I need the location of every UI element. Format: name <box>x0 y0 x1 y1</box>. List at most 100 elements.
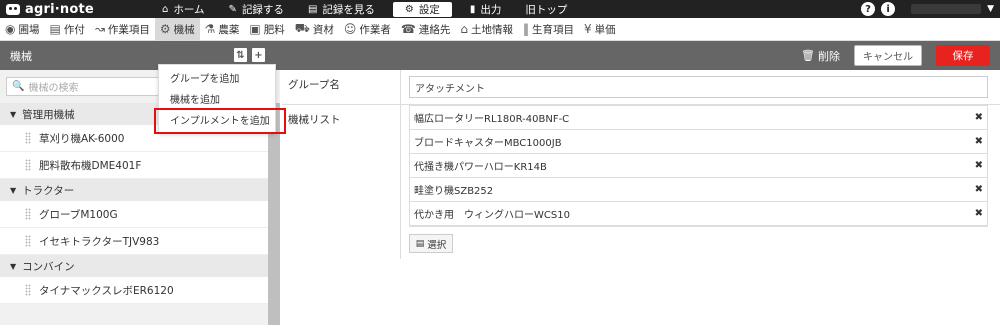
subnav-item-5[interactable]: ▣ 肥料 <box>244 18 289 41</box>
subnav-item-6[interactable]: ⛟ 資材 <box>290 18 339 41</box>
tree-scrollbar[interactable] <box>268 103 280 325</box>
remove-icon[interactable]: ✖ <box>975 160 983 171</box>
cancel-button[interactable]: キャンセル <box>854 45 922 66</box>
list-item: 代掻き機パワーハローKR14B ✖ <box>410 154 987 178</box>
subnav-icon: ‖ <box>522 22 529 36</box>
nav-icon: ⌂ <box>162 3 169 15</box>
nav-icon: ▤ <box>307 3 318 15</box>
group-name-label: グループ名 <box>288 79 340 91</box>
nav-icon: ✎ <box>228 3 237 15</box>
subnav-label: 単価 <box>594 23 616 36</box>
tree-tools: ⇅ + <box>234 48 265 62</box>
subnav-item-1[interactable]: ▤ 作付 <box>44 18 89 41</box>
subnav-item-8[interactable]: ☎ 連絡先 <box>396 18 455 41</box>
select-button[interactable]: ▤ 選択 <box>409 234 453 253</box>
remove-icon[interactable]: ✖ <box>975 208 983 219</box>
nav-icon: ▮ <box>469 3 476 15</box>
delete-button[interactable]: 🗑 削除 <box>801 48 840 64</box>
tree-group-label: コンバイン <box>22 260 75 273</box>
subnav-item-7[interactable]: ☺ 作業者 <box>339 18 396 41</box>
remove-icon[interactable]: ✖ <box>975 136 983 147</box>
drag-handle-icon[interactable] <box>25 208 31 220</box>
page-title: 機械 <box>10 49 32 63</box>
subnav-label: 作業項目 <box>107 23 150 36</box>
group-form: グループ名 アタッチメント 機械リスト 幅広ロータリーRL180R-40BNF-… <box>282 70 1000 259</box>
drag-handle-icon[interactable] <box>25 235 31 247</box>
add-icon[interactable]: + <box>252 48 265 62</box>
tree-group[interactable]: ▼ コンバイン <box>0 255 268 277</box>
subnav-item-4[interactable]: ⚗ 農薬 <box>200 18 245 41</box>
subnav-icon: ⛟ <box>294 21 310 35</box>
drag-handle-icon[interactable] <box>25 132 31 144</box>
user-menu[interactable] <box>911 4 982 14</box>
sort-icon[interactable]: ⇅ <box>234 48 247 62</box>
tree-item-label: グローブM100G <box>39 208 118 221</box>
remove-icon[interactable]: ✖ <box>975 184 983 195</box>
trash-icon: 🗑 <box>801 49 815 62</box>
list-item-label: 幅広ロータリーRL180R-40BNF-C <box>414 114 570 125</box>
tree-item[interactable]: 肥料散布機DME401F <box>0 152 268 179</box>
app-name: agri·note <box>25 1 94 17</box>
tree-item-label: タイナマックスレボER6120 <box>39 284 174 297</box>
topnav-item-1[interactable]: ✎ 記録する <box>217 0 296 18</box>
subnav-label: 農薬 <box>218 23 240 36</box>
caret-down-icon: ▼ <box>10 261 17 271</box>
tree-item-label: 草刈り機AK-6000 <box>39 132 125 145</box>
subnav-label: 作業者 <box>359 23 391 36</box>
subnav-item-0[interactable]: ◉ 圃場 <box>0 18 44 41</box>
save-button[interactable]: 保存 <box>936 45 990 66</box>
group-name-input[interactable]: アタッチメント <box>409 76 988 98</box>
tree-group-label: トラクター <box>22 184 75 197</box>
topnav-item-5[interactable]: 旧トップ <box>513 0 579 18</box>
nav-icon: ⚙ <box>404 3 414 15</box>
app-logo[interactable]: agri·note <box>0 2 150 17</box>
title-actions: 🗑 削除 キャンセル 保存 <box>801 45 990 66</box>
tree-group[interactable]: ▼ トラクター <box>0 179 268 201</box>
subnav-item-9[interactable]: ⌂ 土地情報 <box>455 18 518 41</box>
list-item: 畦塗り機SZB252 ✖ <box>410 178 987 202</box>
topnav-item-0[interactable]: ⌂ ホーム <box>150 0 217 18</box>
topnav-item-4[interactable]: ▮ 出力 <box>458 0 514 18</box>
tree-item-label: 肥料散布機DME401F <box>39 159 142 172</box>
subnav-label: 作付 <box>63 23 85 36</box>
info-icon[interactable]: i <box>881 2 896 16</box>
machine-list: 幅広ロータリーRL180R-40BNF-C ✖ ブロードキャスターMBC1000JB… <box>409 105 988 227</box>
subnav-icon: ☺ <box>343 22 357 36</box>
topnav-item-2[interactable]: ▤ 記録を見る <box>296 0 387 18</box>
subnav-item-10[interactable]: ‖ 生育項目 <box>518 18 579 41</box>
list-icon: ▤ <box>415 238 425 249</box>
subnav-label: 生育項目 <box>531 23 574 36</box>
list-item-label: 代かき用 ウィングハローWCS10 <box>414 210 570 221</box>
title-bar: 機械 ⇅ + 🗑 削除 キャンセル 保存 <box>0 41 1000 70</box>
topnav-label: 旧トップ <box>525 3 568 16</box>
drag-handle-icon[interactable] <box>25 284 31 296</box>
topnav-label: 設定 <box>418 3 440 16</box>
menu-item-0[interactable]: グループを追加 <box>159 67 275 88</box>
help-icon[interactable]: ? <box>861 2 876 16</box>
drag-handle-icon[interactable] <box>25 159 31 171</box>
subnav-item-2[interactable]: ↝ 作業項目 <box>90 18 155 41</box>
topnav-label: 記録する <box>241 3 284 16</box>
subnav-label: 圃場 <box>18 23 40 36</box>
tree-item[interactable]: イセキトラクターTJV983 <box>0 228 268 255</box>
subnav-icon: ☎ <box>400 22 416 36</box>
subnav-icon: ⌂ <box>460 22 468 36</box>
delete-label: 削除 <box>818 49 840 63</box>
subnav-icon: ◉ <box>5 22 16 36</box>
top-navbar: agri·note ⌂ ホーム ✎ 記録する ▤ 記録を見る ⚙ 設定 ▮ 出力 旧トップ ? i … <box>0 0 1000 18</box>
subnav-item-11[interactable]: ¥ 単価 <box>579 18 621 41</box>
tree-item[interactable]: タイナマックスレボER6120 <box>0 277 268 304</box>
menu-item-1[interactable]: 機械を追加 <box>159 88 275 109</box>
subnav-icon: ↝ <box>94 22 105 36</box>
remove-icon[interactable]: ✖ <box>975 112 983 123</box>
topnav-item-3[interactable]: ⚙ 設定 <box>392 1 452 17</box>
subnav-label: 肥料 <box>263 23 285 36</box>
subnav-item-3[interactable]: ⚙ 機械 <box>154 17 200 41</box>
topnav-label: ホーム <box>173 3 205 16</box>
tree-item[interactable]: グローブM100G <box>0 201 268 228</box>
chevron-down-icon[interactable]: ▼ <box>987 4 994 14</box>
tree-item-label: イセキトラクターTJV983 <box>39 235 160 248</box>
search-placeholder: 機械の検索 <box>28 83 79 94</box>
subnav-label: 土地情報 <box>470 23 513 36</box>
caret-down-icon: ▼ <box>10 109 17 119</box>
